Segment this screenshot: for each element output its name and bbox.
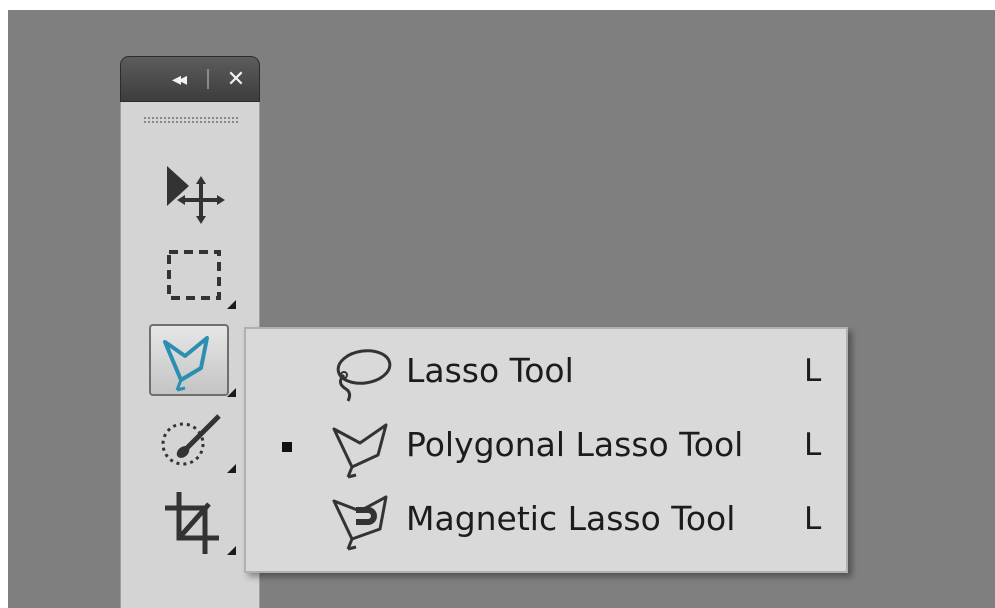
tools-panel-header: ◂◂ ✕ xyxy=(120,56,260,102)
polygonal-lasso-icon xyxy=(163,336,209,392)
lasso-icon xyxy=(336,349,392,402)
menu-item-polygonal-lasso-tool[interactable]: Polygonal Lasso Tool L xyxy=(246,411,846,483)
menu-item-lasso-tool[interactable]: Lasso Tool L xyxy=(246,337,846,409)
close-icon[interactable]: ✕ xyxy=(223,67,249,92)
menu-item-label: Polygonal Lasso Tool xyxy=(406,425,744,464)
menu-item-label: Lasso Tool xyxy=(406,351,574,390)
crop-icon xyxy=(165,492,219,554)
marquee-tool-button[interactable] xyxy=(139,238,239,316)
workspace-canvas: ◂◂ ✕ Lasso Tool L Polygonal Lasso Tool L… xyxy=(8,10,995,608)
more-tools-indicator xyxy=(227,464,236,473)
quick-selection-icon xyxy=(161,414,221,466)
move-tool-button[interactable] xyxy=(139,152,239,230)
double-chevron-left-icon[interactable]: ◂◂ xyxy=(161,67,195,91)
crop-tool-button[interactable] xyxy=(139,484,239,562)
panel-grip[interactable] xyxy=(143,116,239,124)
move-tool-icon xyxy=(167,166,225,224)
quick-selection-tool-button[interactable] xyxy=(139,402,239,480)
more-tools-indicator xyxy=(227,546,236,555)
polygonal-lasso-icon xyxy=(332,423,388,479)
header-separator xyxy=(207,69,209,89)
rectangular-marquee-icon xyxy=(167,250,221,300)
lasso-tools-flyout-menu: Lasso Tool L Polygonal Lasso Tool L Magn… xyxy=(244,327,848,573)
menu-item-shortcut: L xyxy=(804,427,822,463)
active-tool-bullet xyxy=(282,442,292,452)
magnetic-lasso-icon xyxy=(332,495,388,551)
more-tools-indicator xyxy=(227,300,236,309)
tools-panel-body xyxy=(120,102,260,608)
menu-item-shortcut: L xyxy=(804,353,822,389)
menu-item-magnetic-lasso-tool[interactable]: Magnetic Lasso Tool L xyxy=(246,485,846,557)
more-tools-indicator xyxy=(227,388,236,397)
menu-item-label: Magnetic Lasso Tool xyxy=(406,499,736,538)
menu-item-shortcut: L xyxy=(804,501,822,537)
lasso-tool-button[interactable] xyxy=(139,320,239,398)
tools-panel: ◂◂ ✕ xyxy=(120,56,260,608)
